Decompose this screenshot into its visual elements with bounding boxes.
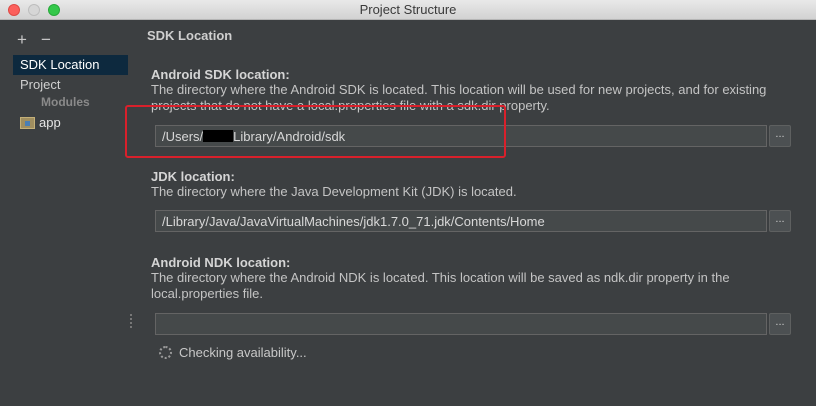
module-folder-icon [20, 117, 35, 129]
sidebar-item-sdk-location[interactable]: SDK Location [13, 55, 128, 75]
splitter[interactable] [128, 21, 132, 406]
android-ndk-description: The directory where the Android NDK is l… [151, 270, 730, 301]
android-ndk-browse-button[interactable]: ... [769, 313, 791, 335]
sidebar-item-app[interactable]: app [13, 113, 128, 133]
modules-header: Modules [41, 95, 90, 109]
module-label: app [39, 115, 61, 130]
highlight-annotation [125, 105, 506, 158]
splitter-grip-icon[interactable] [130, 314, 132, 328]
jdk-description: The directory where the Java Development… [151, 184, 517, 199]
remove-icon[interactable]: − [41, 31, 51, 49]
sidebar: + − SDK Location Project Modules app [0, 21, 128, 406]
panel-title: SDK Location [147, 28, 233, 43]
jdk-path-field[interactable]: /Library/Java/JavaVirtualMachines/jdk1.7… [155, 210, 767, 232]
window-title: Project Structure [359, 2, 457, 17]
sidebar-item-project[interactable]: Project [13, 75, 128, 95]
android-sdk-label: Android SDK location: [151, 67, 290, 82]
sdk-location-panel: SDK Location Android SDK location: The d… [133, 21, 816, 406]
spinner-icon [159, 346, 172, 359]
availability-status: Checking availability... [159, 345, 307, 360]
add-icon[interactable]: + [17, 31, 27, 49]
jdk-label: JDK location: [151, 169, 235, 184]
android-ndk-path-field[interactable] [155, 313, 767, 335]
title-bar: Project Structure [0, 0, 816, 20]
status-text: Checking availability... [179, 345, 307, 360]
jdk-browse-button[interactable]: ... [769, 210, 791, 232]
android-sdk-browse-button[interactable]: ... [769, 125, 791, 147]
android-ndk-label: Android NDK location: [151, 255, 291, 270]
